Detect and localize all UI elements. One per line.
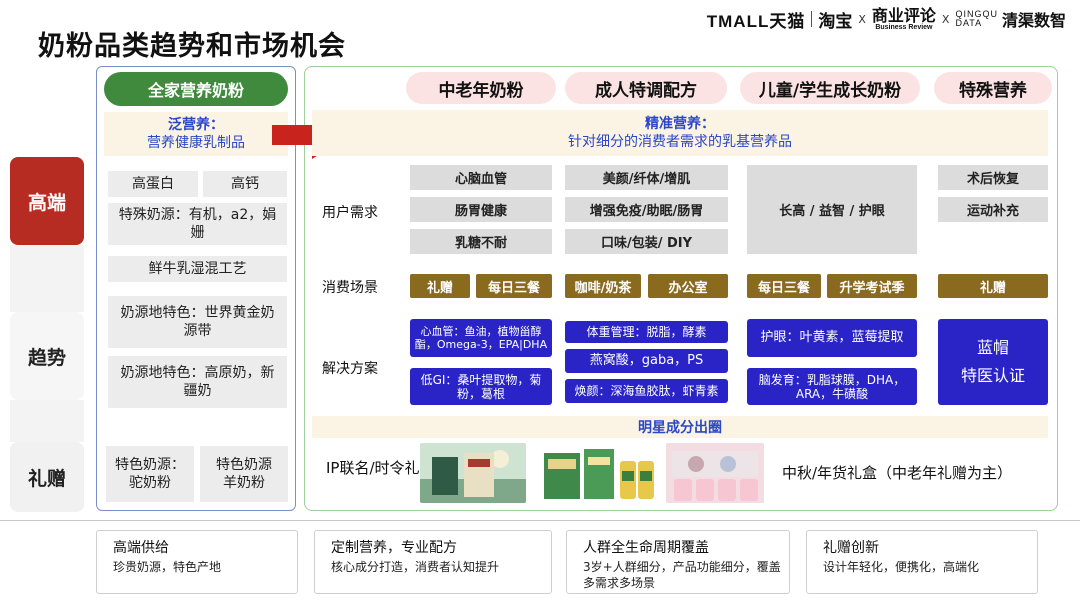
summary-card-sub: 珍贵奶源，特色产地: [113, 560, 222, 574]
divider: [0, 520, 1080, 521]
solution-item: 焕颜：深海鱼胶肽，虾青素: [565, 379, 728, 403]
scene-tag: 每日三餐: [476, 274, 552, 298]
high-end-item: 高蛋白: [108, 171, 198, 197]
row-label-gift: 礼赠: [10, 442, 84, 512]
taobao-logo: 淘宝: [818, 11, 853, 32]
qingqu-logo-en: QINGQU DATA: [955, 10, 998, 28]
solution-item: 燕窝酸，gaba，PS: [565, 349, 728, 373]
partner-logos: TMALL天猫 淘宝 X 商业评论 Business Review X QING…: [707, 6, 1066, 32]
trend-item: 奶源地特色：高原奶，新疆奶: [108, 356, 287, 408]
precise-nutrition-title: 精准营养：: [645, 116, 715, 132]
need-item: 术后恢复: [938, 165, 1048, 190]
qingqu-logo-cn: 清渠数智: [1001, 11, 1066, 30]
solution-blue-cap: 蓝帽: [976, 338, 1009, 357]
summary-card-title: 高端供给: [113, 540, 169, 556]
segment-pill-elderly: 中老年奶粉: [406, 72, 556, 104]
scene-tag: 升学考试季: [827, 274, 917, 298]
general-nutrition-box: 泛营养： 营养健康乳制品: [104, 112, 288, 156]
precise-nutrition-sub: 针对细分的消费者需求的乳基营养品: [568, 134, 792, 150]
row-band: [10, 400, 84, 442]
trend-item: 鲜牛乳湿混工艺: [108, 256, 287, 282]
row-label-trend: 趋势: [10, 312, 84, 400]
logo-x-separator: X: [941, 12, 950, 26]
general-nutrition-title: 泛营养：: [168, 117, 224, 133]
gift-box-photo-festival: [666, 443, 764, 503]
need-item: 运动补充: [938, 197, 1048, 222]
tmall-logo: TMALL天猫: [706, 11, 806, 31]
need-item: 长高 / 益智 / 护眼: [747, 165, 917, 254]
scene-tag: 咖啡/奶茶: [565, 274, 641, 298]
gift-item: 特色奶源羊奶粉: [200, 446, 288, 502]
need-item: 口味/包装/ DIY: [565, 229, 728, 254]
summary-card-lifecycle: 人群全生命周期覆盖 3岁+人群细分，产品功能细分，覆盖多需求多场景: [566, 530, 790, 594]
scene-tag: 每日三餐: [747, 274, 821, 298]
need-item: 乳糖不耐: [410, 229, 552, 254]
business-review-logo: 商业评论 Business Review: [871, 5, 936, 31]
solution-item: 体重管理：脱脂，酵素: [565, 321, 728, 343]
trend-item: 奶源地特色：世界黄金奶源带: [108, 296, 287, 348]
summary-card-sub: 设计年轻化，便携化，高端化: [823, 560, 980, 574]
logo-x-separator: X: [858, 12, 866, 26]
star-ingredients-band: 明星成分出圈: [312, 416, 1048, 438]
high-end-item: 高钙: [203, 171, 287, 197]
business-review-logo-en: Business Review: [875, 23, 933, 31]
summary-card-high-end: 高端供给 珍贵奶源，特色产地: [96, 530, 298, 594]
summary-card-sub: 核心成分打造，消费者认知提升: [331, 560, 500, 574]
summary-card-title: 定制营养，专业配方: [331, 540, 457, 556]
high-end-item: 特殊奶源：有机，a2，娟姗: [108, 203, 287, 245]
need-item: 美颜/纤体/增肌: [565, 165, 728, 190]
summary-card-title: 礼赠创新: [823, 540, 879, 556]
general-nutrition-sub: 营养健康乳制品: [147, 135, 245, 151]
segment-pill-special: 特殊营养: [934, 72, 1052, 104]
solution-item: 护眼：叶黄素，蓝莓提取: [747, 319, 917, 357]
family-nutrition-pill: 全家营养奶粉: [104, 72, 288, 106]
solution-item: 脑发育：乳脂球膜，DHA，ARA，牛磺酸: [747, 368, 917, 405]
gift-box-photo-ip: [420, 443, 526, 503]
summary-card-custom-nutrition: 定制营养，专业配方 核心成分打造，消费者认知提升: [314, 530, 552, 594]
row-label-high-end: 高端: [10, 157, 84, 245]
need-item: 心脑血管: [410, 165, 552, 190]
summary-card-sub: 3岁+人群细分，产品功能细分，覆盖多需求多场景: [583, 560, 781, 590]
solution-item: 心血管：鱼油，植物甾醇酯，Omega-3，EPA|DHA: [410, 319, 552, 357]
gift-box-note: 中秋/年货礼盒（中老年礼赠为主）: [782, 464, 1013, 482]
logo-divider: [811, 11, 813, 27]
section-label-solutions: 解决方案: [322, 361, 378, 377]
row-band: [10, 245, 84, 312]
summary-card-gift-innovation: 礼赠创新 设计年轻化，便携化，高端化: [806, 530, 1038, 594]
solution-item-certification: 蓝帽 特医认证: [938, 319, 1048, 405]
need-item: 肠胃健康: [410, 197, 552, 222]
section-label-scenes: 消费场景: [322, 280, 378, 296]
section-label-gift: IP联名/时令礼盒: [326, 459, 435, 477]
solution-item: 低GI：桑叶提取物，菊粉，葛根: [410, 368, 552, 405]
qingqu-logo-en-line2: DATA: [955, 18, 983, 28]
summary-card-title: 人群全生命周期覆盖: [583, 540, 709, 556]
scene-tag: 礼赠: [938, 274, 1048, 298]
qingqu-logo: QINGQU DATA 清渠数智: [955, 7, 1066, 31]
page-title: 奶粉品类趋势和市场机会: [38, 31, 346, 62]
scene-tag: 礼赠: [410, 274, 470, 298]
precise-nutrition-box: 精准营养： 针对细分的消费者需求的乳基营养品: [312, 110, 1048, 156]
segment-pill-children: 儿童/学生成长奶粉: [740, 72, 920, 104]
segment-pill-adult: 成人特调配方: [565, 72, 727, 104]
gift-box-photo-milk: [540, 443, 658, 503]
section-label-needs: 用户需求: [322, 205, 378, 221]
business-review-logo-cn: 商业评论: [871, 5, 936, 25]
gift-item: 特色奶源：驼奶粉: [106, 446, 194, 502]
need-item: 增强免疫/助眠/肠胃: [565, 197, 728, 222]
solution-medical-certified: 特医认证: [960, 366, 1025, 385]
scene-tag: 办公室: [648, 274, 728, 298]
